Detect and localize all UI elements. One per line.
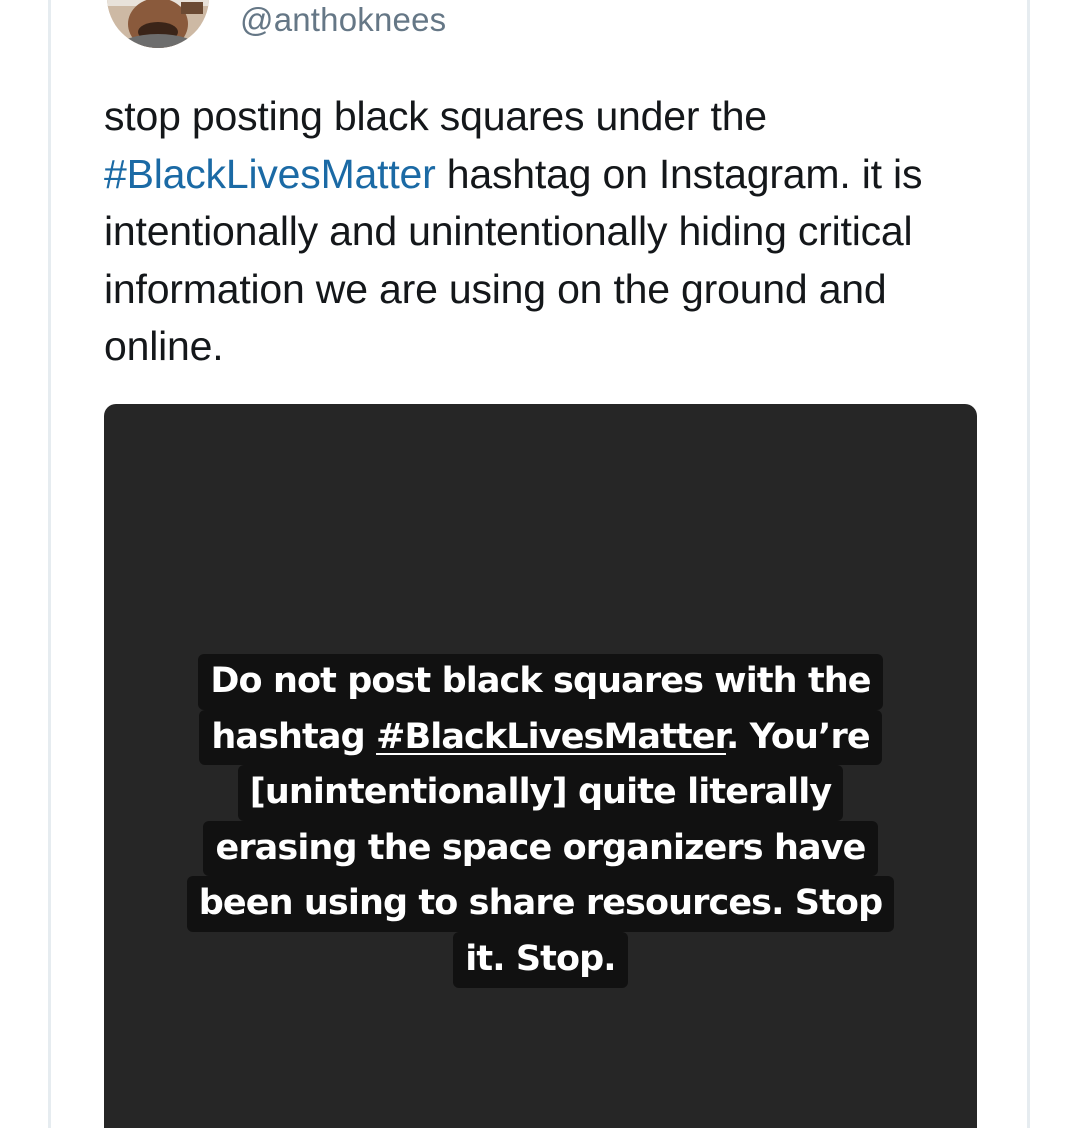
tweet-media-image[interactable]: Do not post black squares with the hasht…	[104, 404, 977, 1128]
story-hashtag: #BlackLivesMatter	[376, 716, 727, 757]
story-line: [unintentionally] quite literally	[237, 765, 844, 821]
story-line: been using to share resources. Stop	[186, 876, 895, 932]
username-handle[interactable]: @anthoknees	[240, 0, 446, 40]
tweet-screenshot: @anthoknees stop posting black squares u…	[0, 0, 1080, 1128]
story-text: . You’re	[725, 716, 871, 757]
story-text-overlay: Do not post black squares with the hasht…	[104, 654, 977, 988]
story-line: Do not post black squares with the	[198, 654, 883, 710]
story-line: hashtag #BlackLivesMatter. You’re	[199, 709, 882, 766]
tweet-text: stop posting black squares under the #Bl…	[104, 88, 984, 376]
tweet-text-start: stop posting black squares under the	[104, 93, 767, 139]
hashtag-link[interactable]: #BlackLivesMatter	[104, 151, 436, 197]
story-line: erasing the space organizers have	[203, 820, 878, 877]
story-line: it. Stop.	[453, 931, 628, 988]
story-text: hashtag	[211, 716, 377, 757]
